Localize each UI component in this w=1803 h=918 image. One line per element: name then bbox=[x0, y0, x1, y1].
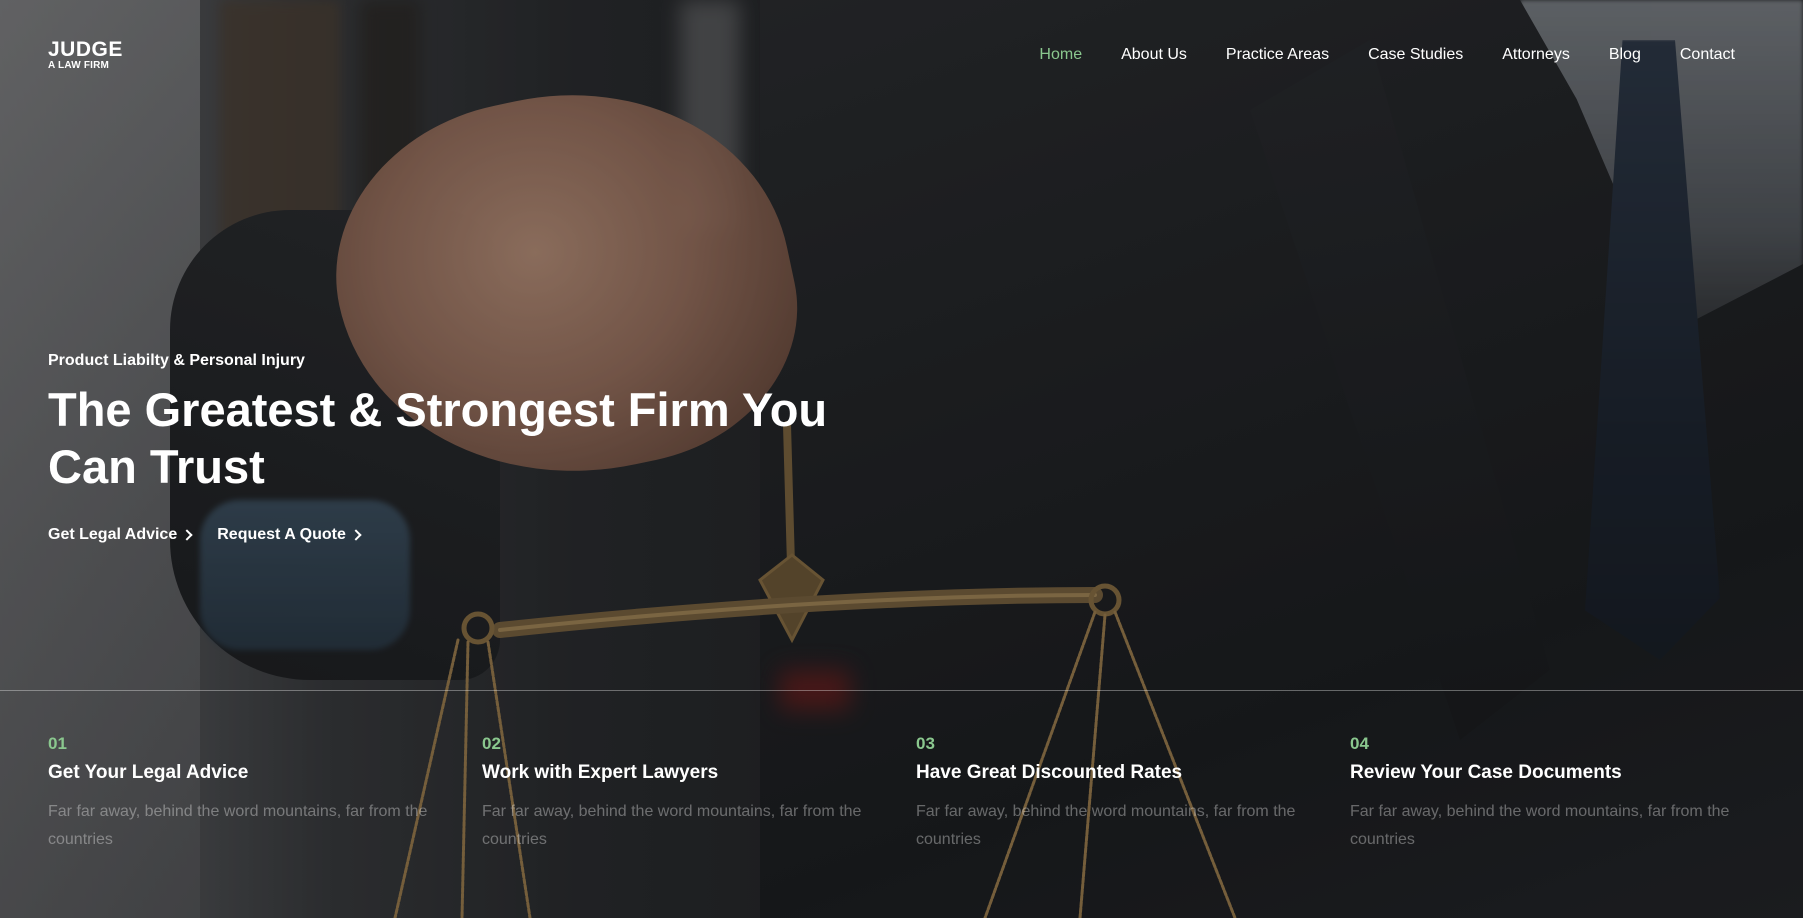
get-legal-advice-link[interactable]: Get Legal Advice bbox=[48, 526, 193, 544]
nav-item-case-studies[interactable]: Case Studies bbox=[1368, 46, 1463, 64]
feature-description: Far far away, behind the word mountains,… bbox=[482, 803, 862, 848]
brand-tagline: A LAW FIRM bbox=[48, 60, 110, 71]
feature-item: 04 Review Your Case Documents Far far aw… bbox=[1350, 734, 1755, 854]
feature-number: 04 bbox=[1350, 734, 1369, 753]
nav-item-about-us[interactable]: About Us bbox=[1121, 46, 1187, 64]
nav-item-practice-areas[interactable]: Practice Areas bbox=[1226, 46, 1329, 64]
feature-title: Review Your Case Documents bbox=[1350, 762, 1622, 783]
feature-number: 03 bbox=[916, 734, 935, 753]
feature-number: 02 bbox=[482, 734, 501, 753]
features-row: 01 Get Your Legal Advice Far far away, b… bbox=[48, 734, 1755, 854]
chevron-right-icon bbox=[350, 529, 362, 541]
feature-number: 01 bbox=[48, 734, 67, 753]
hero-cta-group: Get Legal Advice Request A Quote bbox=[48, 526, 362, 544]
feature-item: 02 Work with Expert Lawyers Far far away… bbox=[482, 734, 887, 854]
feature-title: Have Great Discounted Rates bbox=[916, 762, 1183, 783]
request-a-quote-label: Request A Quote bbox=[217, 526, 346, 543]
hero-headline: The Greatest & Strongest Firm You Can Tr… bbox=[48, 383, 828, 493]
nav-item-contact[interactable]: Contact bbox=[1680, 46, 1735, 64]
main-navigation: Home About Us Practice Areas Case Studie… bbox=[1000, 46, 1735, 64]
brand-logo[interactable]: JUDGE A LAW FIRM bbox=[48, 38, 123, 72]
feature-title: Work with Expert Lawyers bbox=[482, 762, 719, 783]
chevron-right-icon bbox=[181, 529, 193, 541]
section-divider bbox=[0, 690, 1803, 691]
feature-title: Get Your Legal Advice bbox=[48, 762, 249, 783]
request-a-quote-link[interactable]: Request A Quote bbox=[217, 526, 362, 544]
feature-description: Far far away, behind the word mountains,… bbox=[916, 803, 1296, 848]
nav-item-blog[interactable]: Blog bbox=[1609, 46, 1641, 64]
nav-item-home[interactable]: Home bbox=[1039, 46, 1082, 64]
feature-item: 01 Get Your Legal Advice Far far away, b… bbox=[48, 734, 453, 854]
feature-item: 03 Have Great Discounted Rates Far far a… bbox=[916, 734, 1321, 854]
feature-description: Far far away, behind the word mountains,… bbox=[1350, 803, 1730, 848]
feature-description: Far far away, behind the word mountains,… bbox=[48, 803, 428, 848]
hero-eyebrow: Product Liabilty & Personal Injury bbox=[48, 352, 305, 369]
get-legal-advice-label: Get Legal Advice bbox=[48, 526, 178, 543]
nav-item-attorneys[interactable]: Attorneys bbox=[1502, 46, 1570, 64]
brand-name: JUDGE bbox=[48, 38, 123, 61]
